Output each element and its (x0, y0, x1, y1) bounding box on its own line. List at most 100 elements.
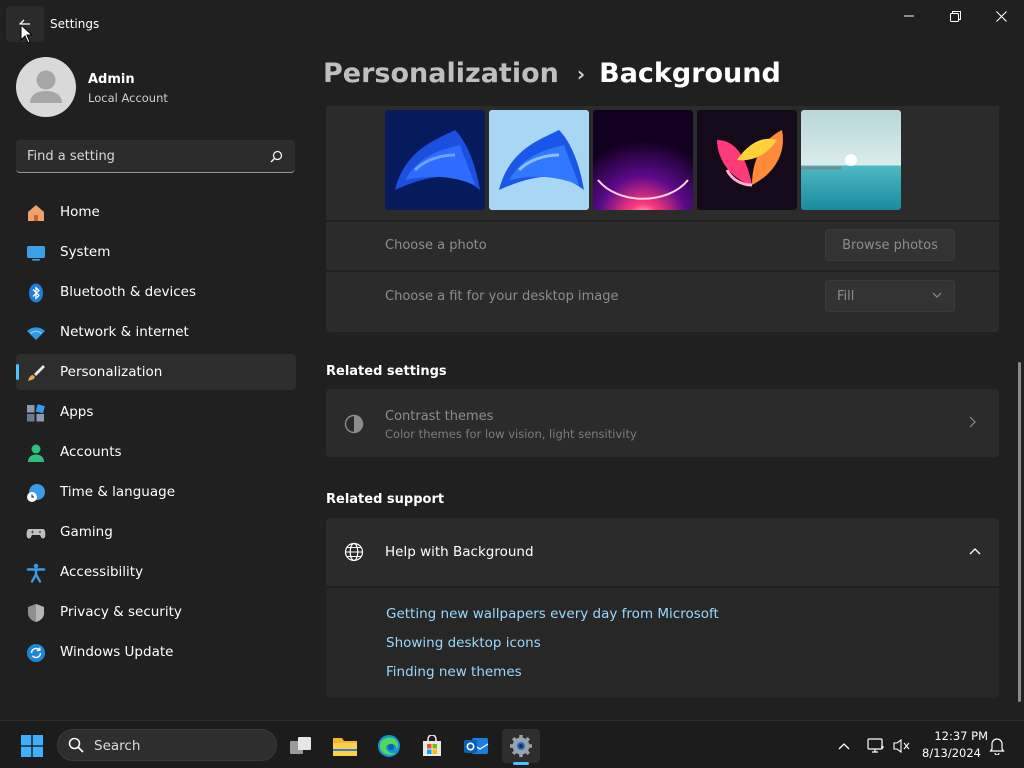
bell-icon (989, 738, 1005, 755)
sidebar-item-label: Personalization (60, 364, 163, 380)
related-support-heading: Related support (326, 492, 445, 507)
start-button[interactable] (13, 729, 51, 763)
show-hidden-icons-button[interactable] (826, 729, 862, 763)
taskbar-search-box[interactable]: Search (57, 729, 277, 761)
accent-image-thumbnail[interactable] (489, 110, 589, 210)
bluetooth-icon (29, 283, 43, 303)
settings-search-placeholder: Find a setting (27, 149, 115, 164)
taskbar: Search 12:37 PM 8/13/2024 (0, 720, 1024, 768)
related-settings-heading: Related settings (326, 364, 447, 379)
sidebar-item-label: Home (60, 204, 100, 220)
vertical-scrollbar[interactable] (1018, 362, 1021, 702)
search-icon (68, 737, 84, 753)
sidebar-item-network[interactable]: Network & internet (16, 314, 296, 350)
chevron-right-icon (969, 416, 976, 428)
clock-date[interactable]: 8/13/2024 (918, 746, 981, 760)
sidebar-item-home[interactable]: Home (16, 194, 296, 230)
sidebar-item-label: Accessibility (60, 564, 144, 580)
lake-image (801, 110, 901, 210)
sidebar-item-label: Network & internet (60, 324, 189, 340)
gear-icon (510, 735, 532, 757)
active-app-indicator (513, 762, 529, 765)
sidebar-item-accounts[interactable]: Accounts (16, 434, 296, 470)
close-button[interactable] (978, 0, 1024, 32)
chevron-up-icon (838, 743, 850, 750)
update-icon (27, 644, 45, 662)
shield-icon (28, 604, 44, 622)
settings-search-input[interactable]: Find a setting (16, 140, 295, 173)
restore-button[interactable] (932, 0, 978, 32)
help-link[interactable]: Showing desktop icons (386, 635, 541, 651)
person-placeholder-icon (30, 70, 62, 103)
home-icon (28, 205, 44, 221)
sidebar-item-label: Accounts (60, 444, 122, 460)
file-explorer-button[interactable] (326, 729, 364, 763)
accent-image-thumbnail[interactable] (593, 110, 693, 210)
sidebar-item-bluetooth[interactable]: Bluetooth & devices (16, 274, 296, 310)
contrast-themes-title: Contrast themes (385, 409, 494, 424)
notifications-button[interactable] (982, 729, 1012, 763)
windows-logo-icon (21, 735, 43, 757)
sidebar-item-time-language[interactable]: Time & language (16, 474, 296, 510)
avatar[interactable] (16, 57, 76, 117)
outlook-button[interactable] (457, 729, 495, 763)
outlook-icon (464, 738, 489, 754)
glow-image (593, 110, 693, 210)
sidebar-item-privacy[interactable]: Privacy & security (16, 594, 296, 630)
settings-app-button[interactable] (502, 729, 540, 763)
task-view-button[interactable] (282, 729, 320, 763)
sidebar-item-windows-update[interactable]: Windows Update (16, 634, 296, 670)
selection-indicator (16, 364, 19, 380)
globe-icon (344, 542, 364, 562)
breadcrumb: Personalization › Background (323, 58, 781, 89)
help-with-background-title: Help with Background (385, 544, 534, 560)
sidebar-item-label: Windows Update (60, 644, 174, 660)
gamepad-icon (26, 529, 46, 539)
choose-photo-label: Choose a photo (385, 238, 487, 253)
apps-icon (27, 404, 45, 422)
title-bar: Settings (0, 0, 1024, 48)
sidebar-item-personalization[interactable]: Personalization (16, 354, 296, 390)
sidebar-item-gaming[interactable]: Gaming (16, 514, 296, 550)
account-type: Local Account (88, 91, 168, 105)
help-links-panel: Getting new wallpapers every day from Mi… (326, 588, 999, 698)
edge-icon (378, 735, 400, 757)
help-link[interactable]: Getting new wallpapers every day from Mi… (386, 606, 719, 622)
globe-clock-icon (27, 484, 45, 502)
store-button[interactable] (413, 729, 451, 763)
row-divider (326, 270, 999, 272)
sidebar-item-apps[interactable]: Apps (16, 394, 296, 430)
page-title: Background (599, 58, 781, 89)
sidebar-item-label: Gaming (60, 524, 113, 540)
wifi-icon (27, 327, 45, 340)
background-settings-card: Choose a photo Browse photos Choose a fi… (326, 106, 999, 332)
network-monitor-icon (867, 738, 884, 753)
accent-image-thumbnail[interactable] (801, 110, 901, 210)
close-icon (995, 10, 1007, 22)
accent-image-thumbnail[interactable] (385, 110, 485, 210)
contrast-themes-row[interactable]: Contrast themes Color themes for low vis… (326, 389, 999, 457)
contrast-icon (344, 414, 364, 434)
user-name: Admin (88, 72, 135, 87)
sidebar-nav: Home System Bluetooth & devices Network … (16, 194, 296, 674)
sidebar-item-system[interactable]: System (16, 234, 296, 270)
flower-image (697, 110, 797, 210)
help-with-background-header[interactable]: Help with Background (326, 518, 999, 586)
store-icon (423, 735, 441, 756)
taskbar-search-placeholder: Search (94, 738, 141, 754)
sidebar-item-accessibility[interactable]: Accessibility (16, 554, 296, 590)
breadcrumb-parent[interactable]: Personalization (323, 58, 559, 89)
restore-icon (949, 10, 961, 22)
edge-browser-button[interactable] (370, 729, 408, 763)
help-link[interactable]: Finding new themes (386, 664, 522, 680)
paintbrush-icon (28, 365, 45, 381)
minimize-button[interactable] (886, 0, 932, 32)
contrast-themes-subtitle: Color themes for low vision, light sensi… (385, 427, 637, 441)
speaker-muted-icon (893, 738, 910, 754)
row-divider (326, 220, 999, 222)
accent-image-thumbnail[interactable] (697, 110, 797, 210)
clock-time[interactable]: 12:37 PM (918, 729, 988, 743)
fit-dropdown[interactable]: Fill (825, 280, 955, 312)
volume-button[interactable] (886, 729, 918, 763)
browse-photos-button[interactable]: Browse photos (825, 229, 955, 261)
